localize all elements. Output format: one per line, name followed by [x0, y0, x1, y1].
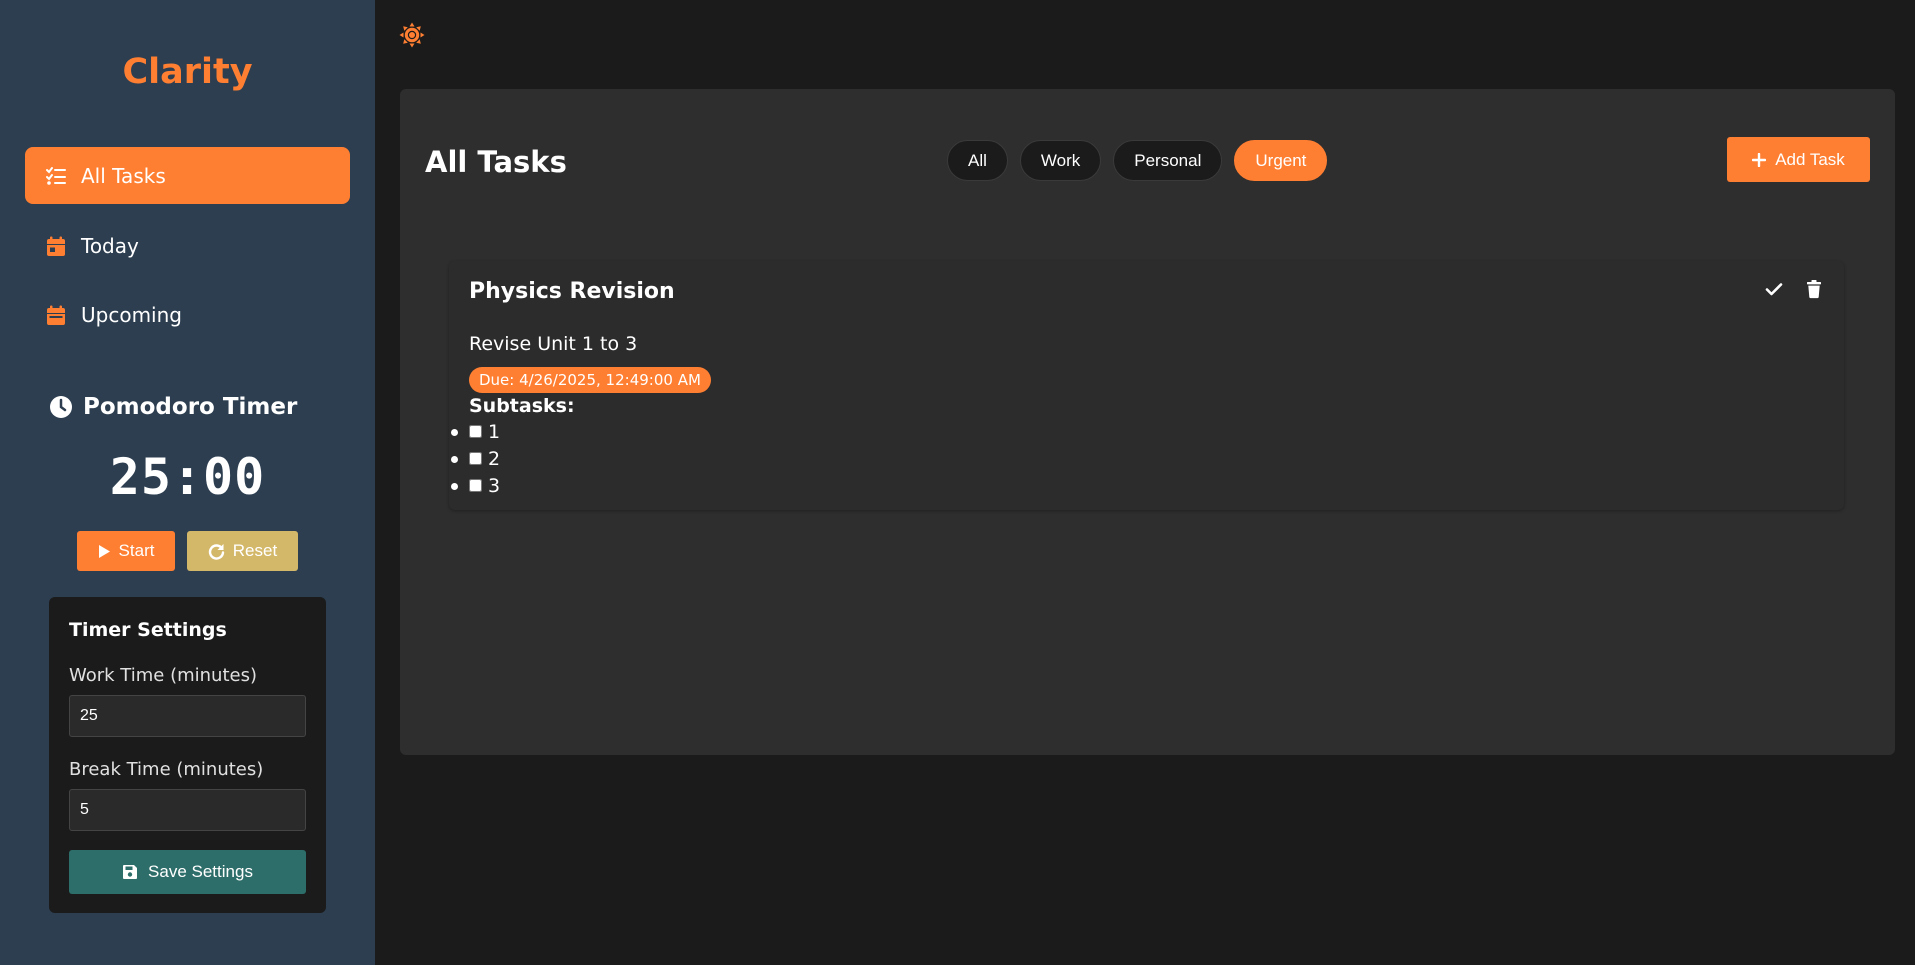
sun-icon[interactable] [399, 22, 425, 48]
sidebar-item-all-tasks[interactable]: All Tasks [25, 147, 350, 204]
task-actions [1764, 279, 1824, 299]
play-icon [98, 544, 111, 559]
sidebar-item-label: Upcoming [81, 302, 182, 327]
add-task-button[interactable]: Add Task [1727, 137, 1870, 182]
due-date-badge: Due: 4/26/2025, 12:49:00 AM [469, 367, 711, 393]
save-settings-button[interactable]: Save Settings [69, 850, 306, 894]
start-button-label: Start [118, 541, 155, 560]
timer-settings-title: Timer Settings [69, 619, 227, 641]
sidebar-item-label: Today [81, 233, 139, 258]
timer-settings-panel: Timer Settings Work Time (minutes) Break… [49, 597, 326, 913]
start-button[interactable]: Start [77, 531, 175, 571]
tasks-panel: All Tasks All Work Personal Urgent Add T… [400, 89, 1895, 755]
page-title: All Tasks [425, 145, 567, 179]
subtask-item: 1 [450, 418, 501, 445]
sidebar-item-label: All Tasks [81, 163, 166, 188]
app: Clarity All Tasks Today Upcoming Pomodor… [0, 0, 1915, 965]
filter-work[interactable]: Work [1019, 140, 1102, 181]
floppy-disk-icon [122, 864, 138, 880]
calendar-day-icon [46, 236, 66, 256]
clock-icon [49, 395, 73, 419]
trash-icon[interactable] [1804, 279, 1824, 299]
pomodoro-title: Pomodoro Timer [49, 394, 297, 420]
check-icon[interactable] [1764, 279, 1784, 299]
subtask-label: 2 [488, 447, 501, 470]
subtask-label: 3 [488, 474, 501, 497]
calendar-icon [46, 305, 66, 325]
subtasks-label: Subtasks: [469, 395, 575, 417]
subtask-checkbox[interactable] [469, 425, 482, 438]
filter-bar: All Work Personal Urgent [947, 140, 1328, 181]
sidebar-item-today[interactable]: Today [25, 217, 350, 274]
timer-display: 25:00 [109, 448, 266, 506]
rotate-icon [208, 543, 225, 560]
break-time-label: Break Time (minutes) [69, 759, 264, 780]
subtask-list: 1 2 3 [450, 418, 501, 499]
sidebar-item-upcoming[interactable]: Upcoming [25, 286, 350, 343]
list-check-icon [46, 166, 66, 186]
save-settings-label: Save Settings [148, 862, 253, 881]
filter-personal[interactable]: Personal [1113, 140, 1223, 181]
subtask-checkbox[interactable] [469, 452, 482, 465]
reset-button[interactable]: Reset [187, 531, 298, 571]
reset-button-label: Reset [232, 541, 278, 560]
task-card: Physics Revision Revise Unit 1 to 3 Due:… [449, 261, 1844, 510]
subtask-item: 3 [450, 472, 501, 499]
plus-icon [1752, 152, 1767, 167]
add-task-label: Add Task [1775, 149, 1845, 169]
filter-all[interactable]: All [947, 140, 1008, 181]
subtask-checkbox[interactable] [469, 479, 482, 492]
pomodoro-title-text: Pomodoro Timer [83, 394, 298, 420]
work-time-input[interactable] [69, 695, 306, 737]
break-time-input[interactable] [69, 789, 306, 831]
subtask-item: 2 [450, 445, 501, 472]
task-description: Revise Unit 1 to 3 [469, 333, 638, 355]
app-logo: Clarity [122, 52, 253, 92]
subtask-label: 1 [488, 420, 501, 443]
task-title: Physics Revision [469, 279, 675, 304]
filter-urgent[interactable]: Urgent [1234, 140, 1328, 181]
sidebar: Clarity All Tasks Today Upcoming Pomodor… [0, 0, 375, 965]
work-time-label: Work Time (minutes) [69, 665, 257, 686]
